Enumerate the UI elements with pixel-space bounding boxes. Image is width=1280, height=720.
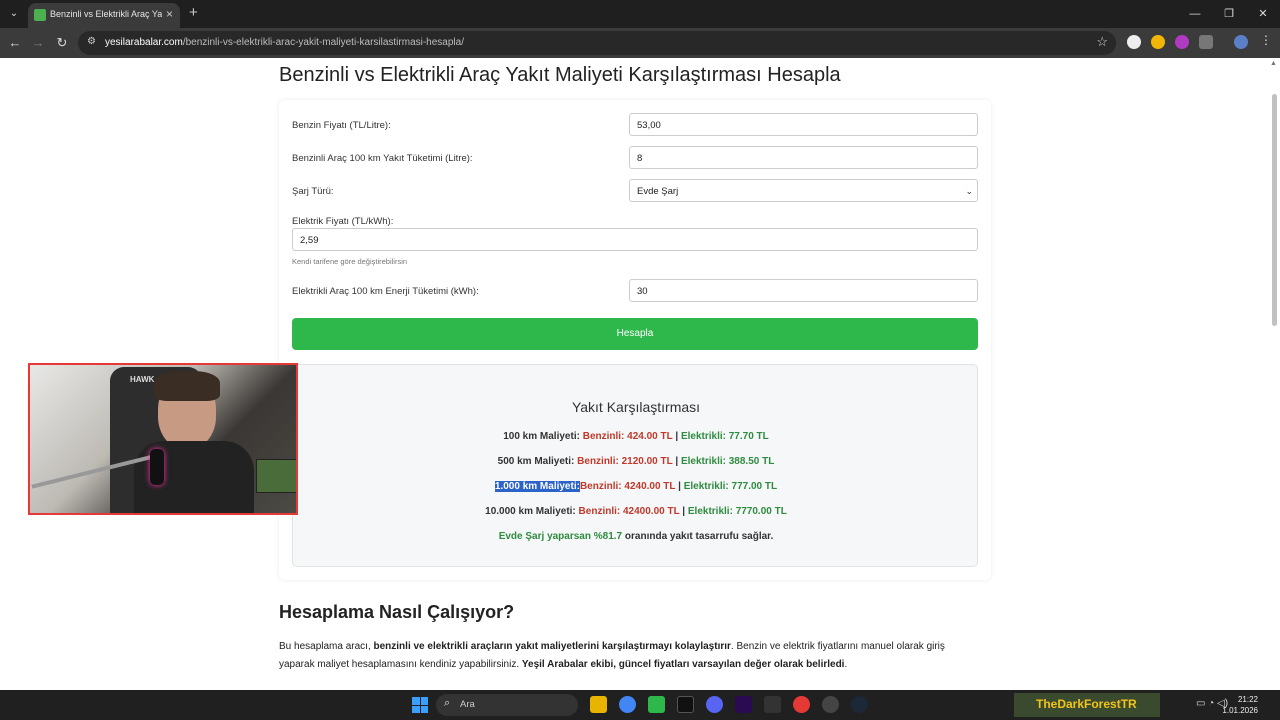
page-scrollbar[interactable]: ▲: [1270, 58, 1278, 690]
browser-tab[interactable]: Benzinli vs Elektrikli Araç Yakıt M ×: [28, 3, 180, 28]
extension-icon[interactable]: [1151, 35, 1165, 49]
gas-price-label: Benzin Fiyatı (TL/Litre):: [292, 120, 391, 131]
restore-icon[interactable]: ❐: [1212, 0, 1246, 28]
app-icon[interactable]: [677, 696, 694, 713]
streamer-overlay-badge: TheDarkForestTR: [1014, 693, 1160, 717]
electric-price-label: Elektrik Fiyatı (TL/kWh):: [292, 216, 394, 227]
electric-cost: Elektrikli: 7770.00 TL: [687, 506, 787, 517]
app-icon[interactable]: [793, 696, 810, 713]
savings-rest: oranında yakıt tasarrufu sağlar.: [624, 531, 774, 542]
petrol-cost: Benzinli: 2120.00 TL: [577, 456, 673, 467]
premiere-icon[interactable]: [735, 696, 752, 713]
extension-icon[interactable]: [1127, 35, 1141, 49]
result-label: 500 km Maliyeti:: [497, 456, 575, 467]
tab-search-icon[interactable]: ⌄: [6, 6, 22, 22]
bookmark-star-icon[interactable]: ☆: [1096, 34, 1108, 50]
result-label: 10.000 km Maliyeti:: [485, 506, 576, 517]
calculate-button[interactable]: Hesapla: [292, 318, 978, 350]
file-explorer-icon[interactable]: [590, 696, 607, 713]
window-controls: — ❐ ✕: [1178, 0, 1280, 28]
reload-icon[interactable]: ↻: [53, 34, 71, 52]
results-title: Yakıt Karşılaştırması: [571, 399, 701, 415]
system-clock[interactable]: 21:22 1.01.2026: [1222, 694, 1258, 716]
petrol-cost: Benzinli: 424.00 TL: [582, 431, 673, 442]
result-row: 1.000 km Maliyeti:Benzinli: 4240.00 TL |…: [293, 481, 979, 492]
petrol-cost: Benzinli: 4240.00 TL: [579, 481, 676, 492]
new-tab-icon[interactable]: +: [189, 4, 198, 21]
separator: |: [682, 506, 686, 517]
windows-start-icon[interactable]: [412, 697, 428, 713]
profile-avatar[interactable]: [1234, 35, 1248, 49]
results-box: Yakıt Karşılaştırması 100 km Maliyeti: B…: [292, 364, 978, 567]
gas-consumption-label: Benzinli Araç 100 km Yakıt Tüketimi (Lit…: [292, 153, 473, 164]
microphone-icon: [150, 449, 164, 485]
charge-type-label: Şarj Türü:: [292, 186, 334, 197]
electric-cost: Elektrikli: 388.50 TL: [680, 456, 775, 467]
chair-logo: HAWK: [130, 375, 155, 384]
result-row: 10.000 km Maliyeti: Benzinli: 42400.00 T…: [293, 506, 979, 517]
url-text: yesilarabalar.com/benzinli-vs-elektrikli…: [105, 37, 464, 48]
search-icon: ⌕: [444, 697, 451, 709]
charge-type-select[interactable]: Evde Şarj ⌄: [629, 179, 978, 202]
separator: |: [678, 481, 681, 492]
ev-consumption-input[interactable]: 30: [629, 279, 978, 302]
electric-price-hint: Kendi tarifene göre değiştirebilirsin: [292, 257, 408, 266]
section-title: Hesaplama Nasıl Çalışıyor?: [279, 602, 515, 622]
gas-price-input[interactable]: 53,00: [629, 113, 978, 136]
app-icon[interactable]: [648, 696, 665, 713]
minimize-icon[interactable]: —: [1178, 0, 1212, 28]
result-row: 100 km Maliyeti: Benzinli: 424.00 TL | E…: [293, 431, 979, 442]
background-device: [256, 459, 296, 493]
streamer-hair: [154, 371, 220, 401]
result-label-selected: 1.000 km Maliyeti:: [494, 481, 580, 492]
tab-title: Benzinli vs Elektrikli Araç Yakıt M: [50, 9, 162, 19]
result-label: 100 km Maliyeti:: [503, 431, 580, 442]
webcam-overlay: HAWK: [28, 363, 298, 515]
page-title: Benzinli vs Elektrikli Araç Yakıt Maliye…: [279, 64, 841, 86]
extension-icon[interactable]: [1175, 35, 1189, 49]
chrome-icon[interactable]: [619, 696, 636, 713]
back-icon[interactable]: ←: [6, 34, 24, 52]
charge-type-value: Evde Şarj: [637, 186, 679, 197]
electric-price-input[interactable]: 2,59: [292, 228, 978, 251]
discord-icon[interactable]: [706, 696, 723, 713]
electric-cost: Elektrikli: 77.70 TL: [680, 431, 769, 442]
taskbar-search[interactable]: ⌕ Ara: [436, 694, 578, 716]
chevron-down-icon: ⌄: [965, 186, 973, 196]
address-bar[interactable]: ⚙ yesilarabalar.com/benzinli-vs-elektrik…: [78, 31, 1116, 55]
browser-tab-bar: ⌄ Benzinli vs Elektrikli Araç Yakıt M × …: [0, 0, 1280, 28]
steam-icon[interactable]: [851, 696, 868, 713]
forward-icon[interactable]: →: [29, 34, 47, 52]
browser-toolbar: ← → ↻ ⚙ yesilarabalar.com/benzinli-vs-el…: [0, 28, 1280, 58]
site-info-icon[interactable]: ⚙: [87, 36, 96, 47]
separator: |: [675, 456, 679, 467]
search-placeholder: Ara: [460, 699, 475, 710]
result-row: 500 km Maliyeti: Benzinli: 2120.00 TL | …: [293, 456, 979, 467]
petrol-cost: Benzinli: 42400.00 TL: [578, 506, 680, 517]
favicon-icon: [34, 9, 46, 21]
streamer-name: TheDarkForestTR: [1036, 697, 1137, 711]
menu-kebab-icon[interactable]: ⋮: [1260, 33, 1274, 47]
explanation-paragraph: Bu hesaplama aracı, benzinli ve elektrik…: [279, 641, 945, 670]
calculator-card: Benzin Fiyatı (TL/Litre): 53,00 Benzinli…: [279, 100, 991, 580]
scroll-up-icon[interactable]: ▲: [1270, 60, 1277, 67]
scroll-thumb[interactable]: [1272, 94, 1277, 326]
ev-consumption-label: Elektrikli Araç 100 km Enerji Tüketimi (…: [292, 286, 479, 297]
close-window-icon[interactable]: ✕: [1246, 0, 1280, 28]
savings-text: Evde Şarj yaparsan %81.7 oranında yakıt …: [293, 531, 979, 542]
app-icon[interactable]: [764, 696, 781, 713]
separator: |: [675, 431, 679, 442]
gas-consumption-input[interactable]: 8: [629, 146, 978, 169]
close-tab-icon[interactable]: ×: [166, 7, 173, 21]
windows-taskbar: ⌕ Ara TheDarkForestTR ▭ ◔ ◁) 21:22 1.01.…: [0, 690, 1280, 720]
savings-highlight: Evde Şarj yaparsan %81.7: [498, 531, 623, 542]
obs-icon[interactable]: [822, 696, 839, 713]
extensions-puzzle-icon[interactable]: [1199, 35, 1213, 49]
electric-cost: Elektrikli: 777.00 TL: [683, 481, 778, 492]
